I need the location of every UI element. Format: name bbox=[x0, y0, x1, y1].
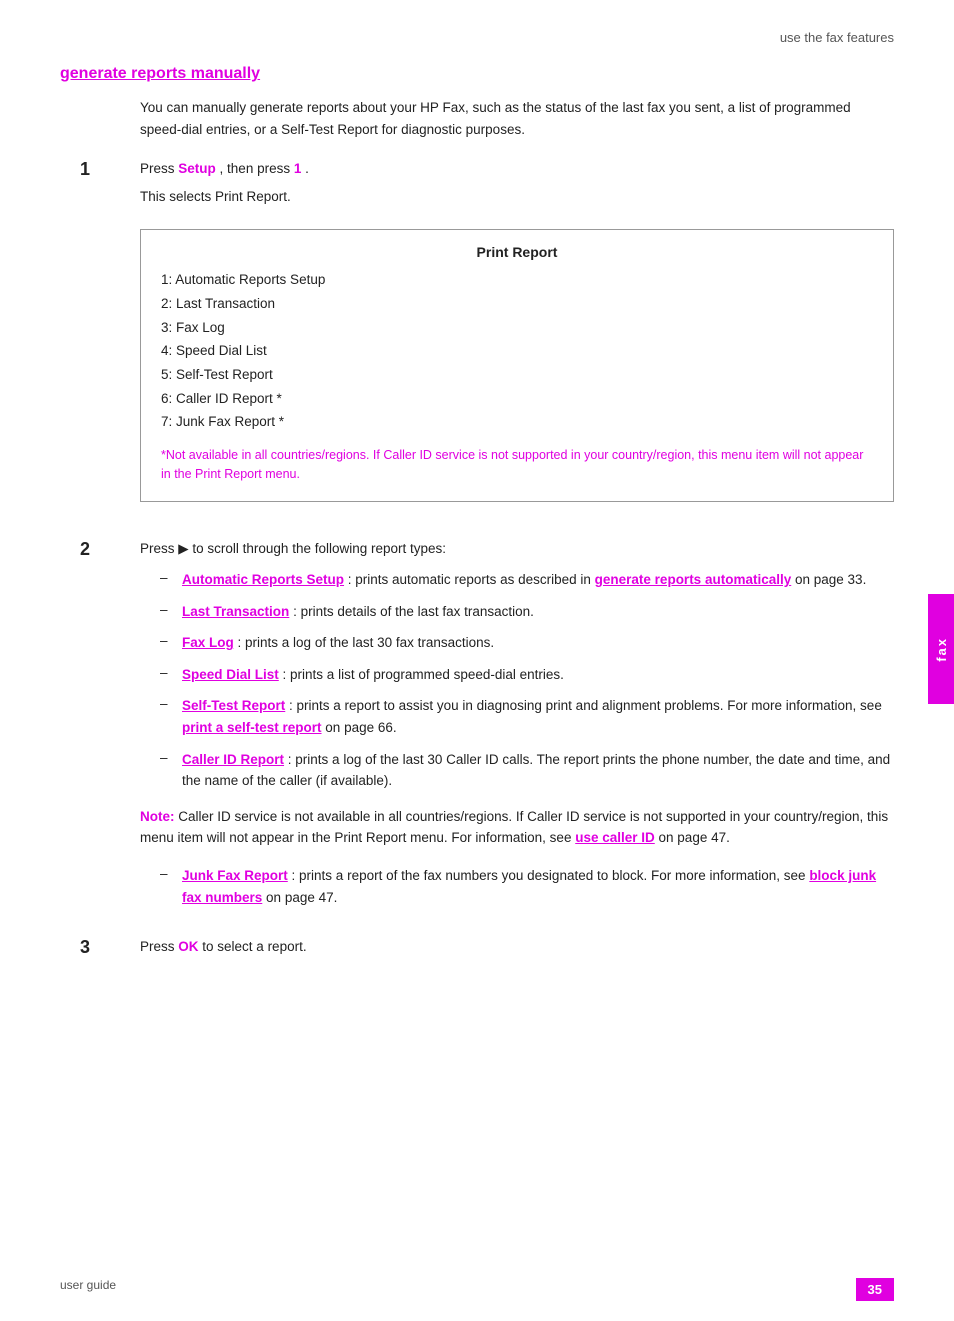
bullet-suffix-5: on page 66. bbox=[325, 720, 396, 735]
step-1-highlight-1: 1 bbox=[294, 161, 302, 176]
footer-bar: user guide 35 bbox=[0, 1278, 954, 1301]
main-content: You can manually generate reports about … bbox=[140, 97, 894, 964]
step-1-highlight-setup: Setup bbox=[178, 161, 216, 176]
bullet-dash-2: – bbox=[160, 601, 182, 617]
box-item-3: 3: Fax Log bbox=[161, 316, 873, 340]
box-item-6: 6: Caller ID Report * bbox=[161, 387, 873, 411]
step-2-text: Press ▶ to scroll through the following … bbox=[140, 538, 894, 560]
intro-text: You can manually generate reports about … bbox=[140, 97, 894, 140]
extra-bullet-list: – Junk Fax Report : prints a report of t… bbox=[160, 865, 894, 908]
term-speed-dial: Speed Dial List bbox=[182, 667, 279, 682]
step-3-number: 3 bbox=[80, 936, 140, 958]
step-1-text: Press Setup , then press 1 . bbox=[140, 158, 894, 180]
header-label: use the fax features bbox=[780, 30, 894, 45]
bullet-content-1: Automatic Reports Setup : prints automat… bbox=[182, 569, 894, 591]
bullet-list: – Automatic Reports Setup : prints autom… bbox=[160, 569, 894, 792]
bullet-sep-6: : prints a log of the last 30 Caller ID … bbox=[182, 752, 890, 789]
box-item-7: 7: Junk Fax Report * bbox=[161, 410, 873, 434]
step-1-block: 1 Press Setup , then press 1 . This sele… bbox=[140, 158, 894, 519]
bullet-content-3: Fax Log : prints a log of the last 30 fa… bbox=[182, 632, 894, 654]
step-2-content: Press ▶ to scroll through the following … bbox=[140, 538, 894, 919]
step-2-number: 2 bbox=[80, 538, 140, 560]
bullet-dash-4: – bbox=[160, 664, 182, 680]
bullet-sep-1: : prints automatic reports as described … bbox=[348, 572, 595, 587]
section-title: generate reports manually bbox=[60, 65, 894, 83]
note-suffix: on page 47. bbox=[659, 830, 730, 845]
bullet-content-4: Speed Dial List : prints a list of progr… bbox=[182, 664, 894, 686]
bullet-automatic-reports: – Automatic Reports Setup : prints autom… bbox=[160, 569, 894, 591]
step-1-content: Press Setup , then press 1 . This select… bbox=[140, 158, 894, 519]
step-2-block: 2 Press ▶ to scroll through the followin… bbox=[140, 538, 894, 919]
bullet-junk-fax: – Junk Fax Report : prints a report of t… bbox=[160, 865, 894, 908]
page-container: use the fax features generate reports ma… bbox=[0, 0, 954, 1321]
bullet-dash-1: – bbox=[160, 569, 182, 585]
bullet-content-2: Last Transaction : prints details of the… bbox=[182, 601, 894, 623]
bullet-sep-7: : prints a report of the fax numbers you… bbox=[292, 868, 810, 883]
bullet-dash-6: – bbox=[160, 749, 182, 765]
bullet-dash-7: – bbox=[160, 865, 182, 881]
step-1-sub: This selects Print Report. bbox=[140, 186, 894, 208]
box-items-list: 1: Automatic Reports Setup 2: Last Trans… bbox=[161, 268, 873, 433]
box-item-4: 4: Speed Dial List bbox=[161, 339, 873, 363]
link-use-caller-id[interactable]: use caller ID bbox=[575, 830, 655, 845]
footer-left: user guide bbox=[60, 1278, 116, 1301]
bullet-suffix-7: on page 47. bbox=[266, 890, 337, 905]
box-item-5: 5: Self-Test Report bbox=[161, 363, 873, 387]
term-self-test: Self-Test Report bbox=[182, 698, 285, 713]
step-1-text-mid: , then press bbox=[220, 161, 294, 176]
header-bar: use the fax features bbox=[60, 30, 894, 45]
bullet-fax-log: – Fax Log : prints a log of the last 30 … bbox=[160, 632, 894, 654]
term-fax-log: Fax Log bbox=[182, 635, 234, 650]
bullet-caller-id: – Caller ID Report : prints a log of the… bbox=[160, 749, 894, 792]
side-tab-label: fax bbox=[934, 637, 949, 662]
term-last-transaction: Last Transaction bbox=[182, 604, 289, 619]
step-3-text-before: Press bbox=[140, 939, 178, 954]
link-generate-automatically[interactable]: generate reports automatically bbox=[595, 572, 792, 587]
step-3-text-after: to select a report. bbox=[202, 939, 306, 954]
step-3-block: 3 Press OK to select a report. bbox=[140, 936, 894, 964]
footer-page-number: 35 bbox=[856, 1278, 894, 1301]
bullet-suffix-1: on page 33. bbox=[795, 572, 866, 587]
box-item-1: 1: Automatic Reports Setup bbox=[161, 268, 873, 292]
step-3-text: Press OK to select a report. bbox=[140, 936, 894, 958]
box-title: Print Report bbox=[161, 244, 873, 260]
bullet-sep-2: : prints details of the last fax transac… bbox=[293, 604, 534, 619]
bullet-content-5: Self-Test Report : prints a report to as… bbox=[182, 695, 894, 738]
side-tab: fax bbox=[928, 594, 954, 704]
bullet-last-transaction: – Last Transaction : prints details of t… bbox=[160, 601, 894, 623]
note-label: Note: bbox=[140, 809, 178, 824]
bullet-content-7: Junk Fax Report : prints a report of the… bbox=[182, 865, 894, 908]
box-note: *Not available in all countries/regions.… bbox=[161, 446, 873, 485]
bullet-dash-3: – bbox=[160, 632, 182, 648]
step-1-text-after: . bbox=[305, 161, 309, 176]
bullet-self-test: – Self-Test Report : prints a report to … bbox=[160, 695, 894, 738]
bullet-sep-3: : prints a log of the last 30 fax transa… bbox=[238, 635, 495, 650]
step-1-number: 1 bbox=[80, 158, 140, 180]
bullet-sep-4: : prints a list of programmed speed-dial… bbox=[283, 667, 564, 682]
step-3-content: Press OK to select a report. bbox=[140, 936, 894, 964]
step-1-text-before: Press bbox=[140, 161, 178, 176]
bullet-sep-5: : prints a report to assist you in diagn… bbox=[289, 698, 882, 713]
step-3-highlight-ok: OK bbox=[178, 939, 198, 954]
print-report-box: Print Report 1: Automatic Reports Setup … bbox=[140, 229, 894, 501]
bullet-content-6: Caller ID Report : prints a log of the l… bbox=[182, 749, 894, 792]
bullet-speed-dial: – Speed Dial List : prints a list of pro… bbox=[160, 664, 894, 686]
note-block: Note: Caller ID service is not available… bbox=[140, 806, 894, 849]
bullet-dash-5: – bbox=[160, 695, 182, 711]
note-text: Caller ID service is not available in al… bbox=[140, 809, 888, 846]
term-junk-fax: Junk Fax Report bbox=[182, 868, 288, 883]
box-item-2: 2: Last Transaction bbox=[161, 292, 873, 316]
term-caller-id: Caller ID Report bbox=[182, 752, 284, 767]
term-automatic-reports: Automatic Reports Setup bbox=[182, 572, 344, 587]
link-self-test-report[interactable]: print a self-test report bbox=[182, 720, 322, 735]
